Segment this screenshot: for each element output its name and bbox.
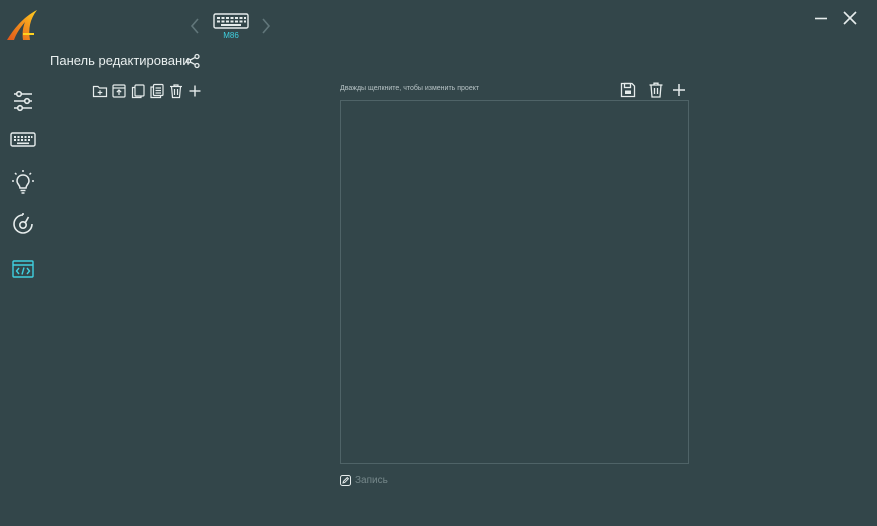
save-icon: [619, 81, 637, 99]
save-macro-button[interactable]: [619, 81, 637, 99]
import-button[interactable]: [111, 83, 127, 99]
editor-hint: Дважды щелкните, чтобы изменить проект: [340, 85, 480, 92]
copy-button[interactable]: [130, 83, 146, 99]
paste-button[interactable]: [149, 83, 165, 99]
lightbulb-icon: [11, 169, 35, 195]
device-model-label: M86: [223, 31, 239, 40]
previous-device-button[interactable]: [188, 16, 202, 36]
panel-title: Панель редактировани: [50, 53, 190, 68]
sidebar-item-lighting[interactable]: [9, 168, 37, 196]
sidebar-item-performance[interactable]: [9, 210, 37, 238]
minimize-button[interactable]: [812, 10, 830, 26]
record-label: Запись: [355, 475, 388, 486]
delete-macro-button[interactable]: [647, 81, 665, 99]
delete-icon: [647, 81, 665, 99]
sidebar-item-settings[interactable]: [9, 87, 37, 115]
next-device-button[interactable]: [259, 16, 273, 36]
keyboard-icon: [10, 132, 36, 148]
share-icon: [185, 53, 201, 69]
record-edit-icon: [340, 475, 351, 486]
sliders-icon: [11, 90, 35, 112]
folder-add-icon: [92, 83, 108, 99]
close-button[interactable]: [840, 8, 860, 28]
delete-button[interactable]: [168, 83, 184, 99]
macro-editor-area[interactable]: [340, 100, 689, 464]
add-icon: [670, 81, 688, 99]
macro-code-icon: [12, 259, 34, 279]
app-logo: [6, 9, 40, 41]
share-button[interactable]: [185, 53, 201, 69]
add-icon: [187, 83, 203, 99]
performance-dial-icon: [11, 212, 35, 236]
paste-icon: [149, 83, 165, 99]
record-button[interactable]: Запись: [340, 475, 388, 486]
add-button[interactable]: [187, 83, 203, 99]
import-icon: [111, 83, 127, 99]
device-keyboard-icon[interactable]: [212, 12, 250, 32]
new-folder-button[interactable]: [92, 83, 108, 99]
copy-icon: [130, 83, 146, 99]
add-macro-button[interactable]: [670, 81, 688, 99]
sidebar-item-macro[interactable]: [9, 255, 37, 283]
delete-icon: [168, 83, 184, 99]
sidebar-item-keys[interactable]: [9, 126, 37, 154]
